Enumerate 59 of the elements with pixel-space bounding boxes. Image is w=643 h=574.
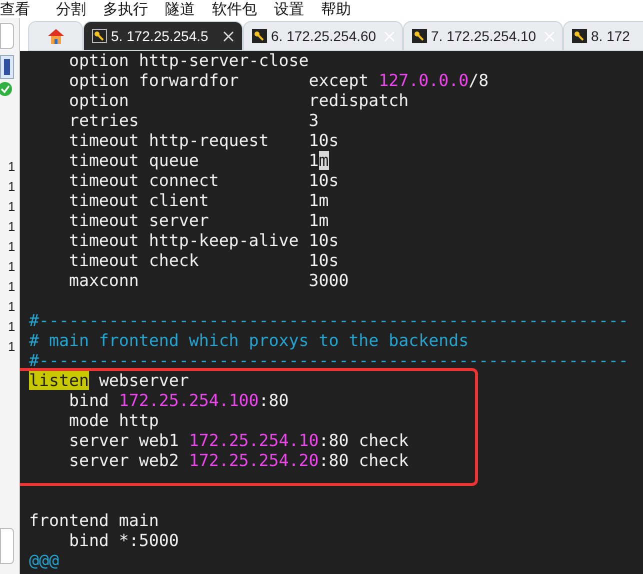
code-line: #----------------------------------------------------------- [29, 311, 628, 331]
code-line: server web1 172.25.254.10:80 check [68, 431, 409, 451]
key-icon [412, 29, 427, 43]
code-line: mode http [68, 411, 159, 431]
code-line: # main frontend which proxys to the backends [29, 331, 469, 351]
code-line: frontend main [29, 511, 159, 531]
close-icon[interactable] [223, 30, 234, 42]
code-line: timeout check 10s [68, 251, 339, 271]
key-icon [572, 29, 587, 43]
line-number: 1 [8, 238, 16, 256]
code-line: @@@ [29, 551, 59, 571]
line-number: 1 [8, 158, 16, 176]
code-line: option forwardfor except 127.0.0.0/8 [68, 71, 489, 91]
sidebar-field[interactable] [0, 23, 14, 49]
menu-item[interactable]: 帮助 [321, 0, 351, 20]
sidebar-field[interactable] [0, 528, 14, 564]
menu-item[interactable]: 查看 [0, 0, 30, 20]
tab-label: 6. 172.25.254.60 [271, 26, 376, 46]
code-line: bind 172.25.254.100:80 [68, 391, 289, 411]
session-tab[interactable]: 7. 172.25.254.10 [403, 21, 563, 51]
code-line: timeout queue 1m [68, 151, 329, 171]
key-icon [252, 29, 267, 43]
key-icon [92, 29, 107, 43]
tab-label: 5. 172.25.254.5 [111, 26, 208, 46]
code-line: server web2 172.25.254.20:80 check [68, 451, 409, 471]
session-tab[interactable]: 5. 172.25.254.5 [83, 21, 243, 51]
code-line: bind *:5000 [68, 531, 179, 551]
home-icon [46, 27, 64, 45]
code-line: timeout client 1m [68, 191, 329, 211]
code-line: listen webserver [29, 371, 189, 391]
line-number: 1 [8, 258, 16, 276]
code-line: timeout http-keep-alive 10s [68, 231, 339, 251]
line-number: 1 [8, 218, 16, 236]
line-number: 1 [8, 198, 16, 216]
line-number: 1 [8, 178, 16, 196]
home-tab[interactable] [28, 21, 83, 51]
window-icon[interactable] [0, 55, 14, 79]
code-line: timeout server 1m [68, 211, 329, 231]
session-tab[interactable]: 6. 172.25.254.60 [243, 21, 403, 51]
code-line: option http-server-close [68, 51, 309, 71]
code-line: option redispatch [68, 91, 409, 111]
code-line: timeout http-request 10s [68, 131, 339, 151]
menu-item[interactable]: 分割 [56, 0, 86, 20]
menu-item[interactable]: 软件包 [212, 0, 257, 20]
session-tab[interactable]: 8. 172 [563, 21, 643, 51]
menu-item[interactable]: 隧道 [165, 0, 195, 20]
tab-label: 7. 172.25.254.10 [431, 26, 536, 46]
code-line: #----------------------------------------------------------- [29, 351, 628, 371]
tab-label: 8. 172 [591, 26, 630, 46]
check-icon[interactable] [0, 81, 14, 97]
menu-item[interactable]: 多执行 [103, 0, 148, 20]
line-number: 1 [8, 338, 16, 356]
code-line: maxconn 3000 [68, 271, 349, 291]
code-line: timeout connect 10s [68, 171, 339, 191]
menu-item[interactable]: 设置 [274, 0, 304, 20]
line-number: 1 [8, 318, 16, 336]
code-line: retries 3 [68, 111, 319, 131]
line-number: 1 [8, 298, 16, 316]
line-number: 1 [8, 278, 16, 296]
